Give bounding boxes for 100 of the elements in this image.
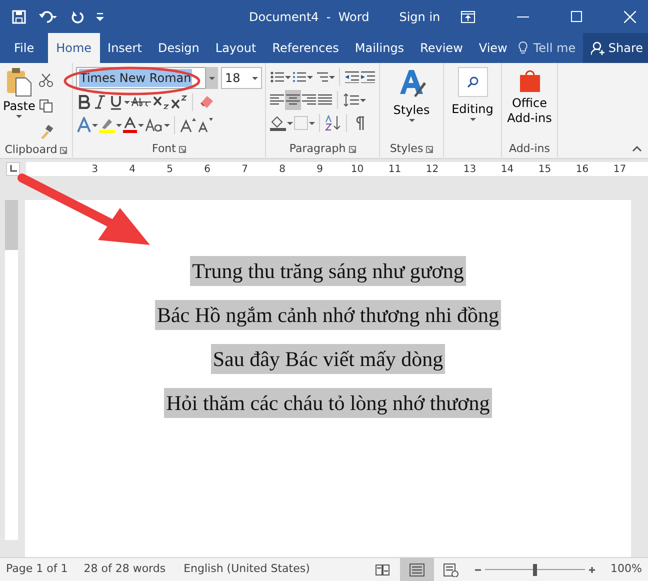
align-center-icon (286, 94, 300, 106)
ribbon-tab[interactable]: File (6, 33, 42, 63)
ruler-number: 6 (204, 164, 210, 174)
dialog-launcher-icon[interactable] (60, 146, 68, 154)
print-view-button[interactable] (400, 558, 434, 581)
ruler-number: 5 (166, 164, 173, 174)
dropdown-button[interactable] (206, 67, 218, 89)
caret-icon[interactable] (360, 98, 366, 102)
ruler-number: 16 (576, 164, 589, 174)
ribbon-tab[interactable]: Mailings (346, 33, 412, 63)
ruler-number: 14 (500, 164, 514, 174)
window-title: Document4 - Word (249, 8, 370, 26)
clipboard-icon (6, 67, 32, 97)
caret-icon[interactable] (307, 76, 313, 78)
caret-icon[interactable] (124, 100, 130, 104)
bold-button[interactable] (76, 92, 92, 112)
caret-icon[interactable] (138, 124, 144, 126)
office-add-ins-button[interactable]: Office Add-ins (505, 67, 554, 126)
caret-icon[interactable] (285, 76, 291, 78)
dialog-launcher-icon[interactable] (348, 146, 356, 152)
styles-button[interactable]: Styles (383, 67, 440, 123)
group-label: Paragraph (289, 140, 346, 157)
ruler-number: 11 (388, 164, 402, 174)
word-count[interactable]: 28 of 28 words (84, 561, 166, 578)
ruler-number: 3 (92, 164, 98, 174)
sort-icon (325, 115, 341, 131)
align-left-icon (270, 94, 284, 106)
caret-icon (408, 119, 414, 122)
undo-icon[interactable] (38, 10, 58, 24)
caret-icon (16, 115, 22, 118)
maximize-icon[interactable] (571, 11, 582, 22)
ribbon-tab[interactable]: View (470, 33, 516, 63)
italic-icon (94, 95, 106, 109)
format-painter-button[interactable] (38, 122, 54, 142)
multilevel-list-icon (314, 71, 328, 83)
collapse-ribbon-icon[interactable] (632, 146, 642, 152)
ribbon-tab[interactable]: Layout (207, 33, 264, 63)
increase-indent-icon (361, 71, 375, 83)
slider-thumb[interactable] (532, 564, 537, 576)
language-status[interactable]: English (United States) (184, 561, 310, 578)
caret-icon[interactable] (164, 124, 170, 126)
align-justify-icon (318, 94, 332, 106)
subscript-icon (153, 95, 169, 109)
dialog-launcher-icon[interactable] (178, 146, 186, 152)
font-size-field[interactable]: 18 (221, 67, 262, 89)
person-add-icon (591, 41, 606, 55)
ribbon-display-icon[interactable] (461, 10, 475, 22)
superscript-icon (171, 95, 187, 109)
ribbon-tab[interactable]: Home (48, 33, 100, 63)
customize-icon[interactable] (96, 12, 104, 20)
ruler-number: 13 (463, 164, 476, 174)
sort-button[interactable] (324, 113, 342, 133)
ribbon-tab[interactable]: Insert (100, 33, 150, 63)
numbering-icon (292, 71, 306, 83)
change-case-icon (145, 118, 163, 132)
caret-icon (470, 118, 476, 121)
shading-icon (270, 115, 286, 131)
paste-button[interactable]: Paste (3, 67, 36, 142)
text-effects-button[interactable] (76, 115, 92, 135)
ruler-number: 17 (613, 164, 626, 174)
font-color-icon (123, 117, 137, 133)
close-icon[interactable] (624, 10, 636, 22)
ribbon-tab[interactable]: Review (412, 33, 471, 63)
align-center-button[interactable] (285, 90, 301, 110)
caret-icon (252, 76, 258, 80)
underline-icon (109, 94, 123, 110)
decrease-indent-icon (345, 71, 359, 83)
align-right-icon (302, 94, 316, 106)
highlight-icon (99, 117, 115, 133)
zoom-in-icon[interactable] (588, 566, 596, 574)
zoom-slider[interactable] (484, 564, 585, 576)
ruler-number: 15 (538, 164, 552, 174)
ruler-number: 8 (279, 164, 286, 174)
ruler-number: 7 (242, 164, 248, 174)
zoom-level[interactable]: 100% (610, 561, 642, 578)
shrink-font-button[interactable] (197, 115, 215, 135)
tell-me-field[interactable]: Tell me (531, 38, 584, 58)
font-color-button[interactable] (122, 115, 138, 135)
dialog-launcher-icon[interactable] (426, 146, 434, 152)
page-count[interactable]: Page 1 of 1 (6, 561, 68, 578)
ribbon-tab[interactable]: References (264, 33, 347, 63)
copy-icon (39, 99, 54, 113)
caret-icon[interactable] (287, 122, 293, 124)
shrink-font-icon (198, 117, 214, 133)
share-button[interactable]: Share (583, 33, 648, 63)
text-effects-icon (77, 117, 91, 133)
caret-icon[interactable] (329, 76, 335, 78)
caret-icon[interactable] (92, 124, 98, 126)
caret-icon[interactable] (309, 122, 315, 124)
sign-in-link[interactable]: Sign in (399, 8, 440, 26)
ribbon-tab[interactable]: Design (150, 33, 208, 63)
editing-button[interactable]: Editing (447, 67, 498, 121)
eraser-icon (198, 95, 214, 109)
format-painter-icon (39, 125, 54, 139)
borders-icon (294, 116, 308, 130)
read-view-icon (374, 562, 391, 576)
tab-selector-icon[interactable] (6, 162, 20, 176)
redo-icon[interactable] (70, 10, 84, 24)
caret-icon[interactable] (116, 124, 122, 126)
save-icon[interactable] (12, 10, 26, 24)
